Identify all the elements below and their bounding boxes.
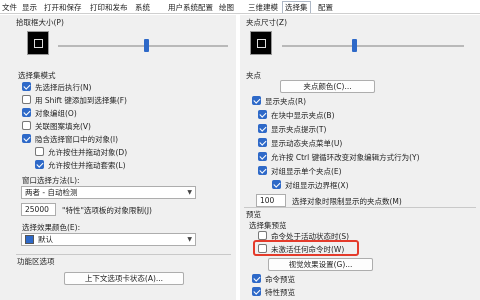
contextual-tab-states-button[interactable]: 上下文选项卡状态(A)... [64,272,184,285]
selection-modes-title: 选择集模式 [18,71,56,80]
property-preview-checkbox[interactable] [252,287,261,296]
property-limit-input[interactable]: 25000 [21,203,56,216]
bounding-box-groups-checkbox[interactable] [272,180,281,189]
effect-color-label: 选择效果颜色(E): [22,223,81,232]
chevron-down-icon: ▼ [187,189,192,196]
grip-limit-label: 选择对象时限制显示的夹点数(M) [292,197,402,206]
tab-selection[interactable]: 选择集 [282,1,311,13]
command-preview-label: 命令预览 [265,275,295,284]
implied-windowing-checkbox[interactable] [22,134,31,143]
press-drag-lasso-checkbox[interactable] [35,160,44,169]
ribbon-options-title: 功能区选项 [17,257,55,266]
grip-limit-input[interactable]: 100 [256,194,286,207]
tab-profiles[interactable]: 配置 [318,2,333,14]
visual-effect-settings-button[interactable]: 视觉效果设置(G)... [268,258,373,271]
noun-verb-checkbox[interactable] [22,82,31,91]
property-limit-label: "特性"选项板的对象限制(J) [62,206,152,215]
dynamic-grip-menu-label: 显示动态夹点菜单(U) [271,139,343,148]
grip-colors-button[interactable]: 夹点颜色(C)... [280,80,375,93]
color-swatch [25,235,34,244]
highlight-annotation [253,240,359,256]
grip-slider-track[interactable] [282,45,464,47]
command-active-checkbox[interactable] [258,231,267,240]
window-method-label: 窗口选择方法(L): [22,176,80,185]
window-method-select[interactable]: 两者 - 自动检测 ▼ [21,186,196,199]
tab-system[interactable]: 系统 [135,2,150,14]
grip-preview [250,31,272,55]
tab-drafting[interactable]: 绘图 [219,2,234,14]
grip-slider-thumb[interactable] [352,39,358,52]
noun-verb-label: 先选择后执行(N) [35,83,92,92]
object-grouping-label: 对象编组(O) [35,109,77,118]
command-preview-checkbox[interactable] [252,274,261,283]
selection-preview-subtitle: 选择集预览 [249,221,287,230]
chevron-down-icon: ▼ [187,236,192,243]
grips-title: 夹点 [246,71,261,80]
grips-in-blocks-checkbox[interactable] [258,110,267,119]
press-drag-lasso-label: 允许按住并拖动套索(L) [48,161,126,170]
tab-plot-publish[interactable]: 打印和发布 [90,2,128,14]
grip-size-label: 夹点尺寸(Z) [246,18,287,27]
tab-open-save[interactable]: 打开和保存 [44,2,82,14]
press-drag-object-label: 允许按住并拖动对象(D) [48,148,128,157]
single-grip-groups-checkbox[interactable] [258,166,267,175]
tab-user-preferences[interactable]: 用户系统配置 [168,2,213,14]
show-grips-label: 显示夹点(R) [265,97,307,106]
pickbox-preview [27,31,49,55]
grip-tips-checkbox[interactable] [258,124,267,133]
press-drag-object-checkbox[interactable] [35,147,44,156]
bounding-box-groups-label: 对组显示边界框(X) [285,181,349,190]
associative-hatch-label: 关联图案填充(V) [35,122,91,131]
shift-add-checkbox[interactable] [22,95,31,104]
object-grouping-checkbox[interactable] [22,108,31,117]
divider [244,207,476,208]
effect-color-select[interactable]: 默认 ▼ [21,233,196,246]
window-method-value: 两者 - 自动检测 [25,188,78,197]
pickbox-slider-thumb[interactable] [143,39,149,52]
preview-title: 预览 [246,210,261,219]
tab-file[interactable]: 文件 [2,2,17,14]
effect-color-value: 默认 [38,235,53,244]
tab-bar: 文件 显示 打开和保存 打印和发布 系统 用户系统配置 绘图 三维建模 选择集 … [0,0,480,14]
dynamic-grip-menu-checkbox[interactable] [258,138,267,147]
shift-add-label: 用 Shift 键添加到选择集(F) [35,96,127,105]
single-grip-groups-label: 对组显示单个夹点(E) [271,167,342,176]
ctrl-cycling-label: 允许按 Ctrl 键循环改变对象编辑方式行为(Y) [271,153,420,162]
grips-in-blocks-label: 在块中显示夹点(B) [271,111,335,120]
divider [16,254,231,255]
tab-3d-modeling[interactable]: 三维建模 [248,2,278,14]
pickbox-size-label: 拾取框大小(P) [16,18,64,27]
implied-windowing-label: 隐含选择窗口中的对象(I) [35,135,119,144]
grip-tips-label: 显示夹点提示(T) [271,125,327,134]
associative-hatch-checkbox[interactable] [22,121,31,130]
property-preview-label: 特性预览 [265,288,295,297]
ctrl-cycling-checkbox[interactable] [258,152,267,161]
tab-display[interactable]: 显示 [22,2,37,14]
show-grips-checkbox[interactable] [252,96,261,105]
